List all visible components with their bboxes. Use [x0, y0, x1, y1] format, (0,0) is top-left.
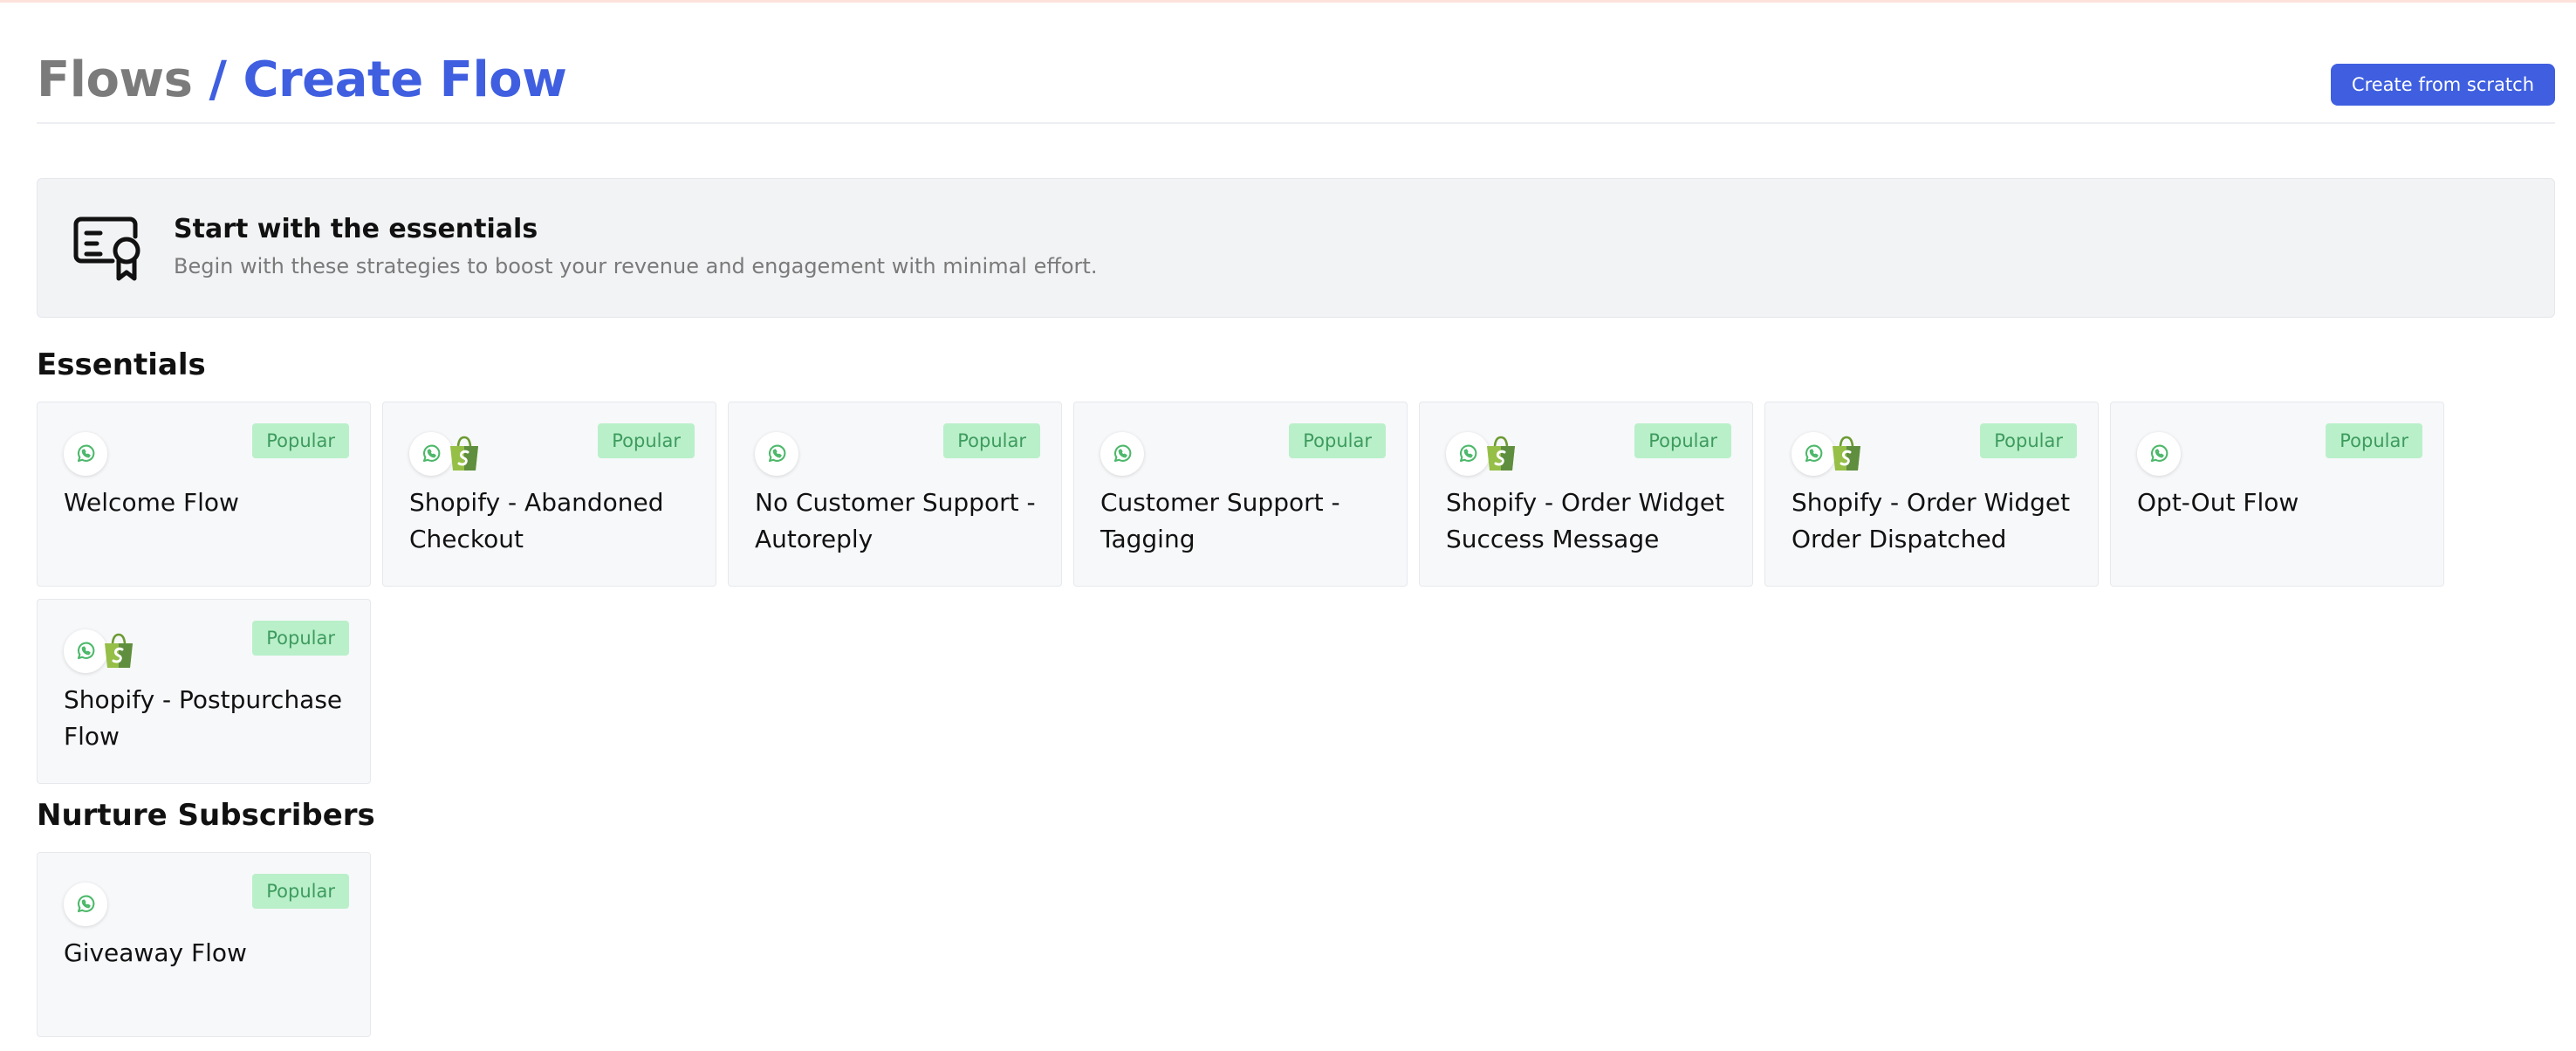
whatsapp-icon — [64, 883, 107, 926]
shopify-icon — [450, 436, 478, 471]
breadcrumb-separator: / — [209, 52, 227, 108]
breadcrumb-flows[interactable]: Flows — [37, 52, 193, 108]
page-header: Flows / Create Flow Create from scratch — [37, 49, 2555, 124]
section-title-essentials: Essentials — [37, 347, 206, 382]
flow-card-title: Customer Support - Tagging — [1100, 488, 1340, 553]
popular-badge: Popular — [252, 874, 349, 909]
breadcrumb: Flows / Create Flow — [37, 49, 567, 112]
flow-card-customer-support-tagging[interactable]: Popular Customer Support - Tagging — [1073, 402, 1408, 587]
shopify-icon — [1487, 436, 1515, 471]
flow-card-welcome[interactable]: Popular Welcome Flow — [37, 402, 371, 587]
popular-badge: Popular — [1980, 423, 2077, 458]
flow-card-opt-out[interactable]: Popular Opt-Out Flow — [2110, 402, 2444, 587]
flow-card-giveaway[interactable]: Popular Giveaway Flow — [37, 852, 371, 1037]
flow-card-shopify-order-widget-success[interactable]: Popular Shopify - Order Widget Success M… — [1419, 402, 1753, 587]
whatsapp-icon — [755, 432, 798, 476]
flow-card-title: Welcome Flow — [64, 488, 239, 517]
flow-card-title: Shopify - Order Widget Order Dispatched — [1792, 488, 2071, 553]
flow-card-no-customer-support-autoreply[interactable]: Popular No Customer Support - Autoreply — [728, 402, 1062, 587]
whatsapp-icon — [2137, 432, 2181, 476]
flow-card-title: Opt-Out Flow — [2137, 488, 2299, 517]
popular-badge: Popular — [252, 423, 349, 458]
flow-card-title: Shopify - Abandoned Checkout — [409, 488, 664, 553]
banner-title: Start with the essentials — [174, 214, 538, 244]
popular-badge: Popular — [1289, 423, 1386, 458]
flow-card-title: Giveaway Flow — [64, 938, 247, 967]
flow-card-title: No Customer Support - Autoreply — [755, 488, 1036, 553]
flow-card-shopify-abandoned-checkout[interactable]: Popular Shopify - Abandoned Checkout — [382, 402, 716, 587]
flow-card-shopify-order-widget-dispatched[interactable]: Popular Shopify - Order Widget Order Dis… — [1764, 402, 2099, 587]
whatsapp-icon — [64, 432, 107, 476]
create-flow-page: Flows / Create Flow Create from scratch … — [37, 0, 2555, 1051]
create-from-scratch-button[interactable]: Create from scratch — [2330, 64, 2555, 106]
essentials-banner: Start with the essentials Begin with the… — [37, 178, 2555, 318]
popular-badge: Popular — [252, 621, 349, 656]
section-title-nurture-subscribers: Nurture Subscribers — [37, 798, 375, 833]
shopify-icon — [105, 633, 133, 668]
certificate-icon — [73, 216, 140, 281]
popular-badge: Popular — [598, 423, 695, 458]
popular-badge: Popular — [1634, 423, 1731, 458]
flow-card-shopify-postpurchase[interactable]: Popular Shopify - Postpurchase Flow — [37, 599, 371, 784]
flow-card-title: Shopify - Order Widget Success Message — [1446, 488, 1725, 553]
banner-subtitle: Begin with these strategies to boost you… — [174, 254, 1098, 278]
popular-badge: Popular — [2326, 423, 2422, 458]
popular-badge: Popular — [943, 423, 1040, 458]
whatsapp-icon — [1100, 432, 1144, 476]
flow-card-title: Shopify - Postpurchase Flow — [64, 685, 343, 751]
shopify-icon — [1833, 436, 1860, 471]
page-title: Create Flow — [243, 52, 567, 108]
